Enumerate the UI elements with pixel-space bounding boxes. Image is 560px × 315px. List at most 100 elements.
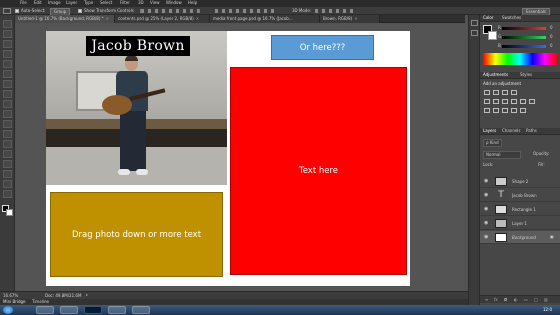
- zoom-level[interactable]: 16.67%: [3, 294, 18, 298]
- marquee-tool-button[interactable]: [3, 30, 12, 38]
- tab-timeline[interactable]: Timeline: [32, 300, 49, 304]
- trash-icon[interactable]: ▥: [544, 298, 548, 302]
- menu-item-3d[interactable]: 3D: [138, 1, 144, 5]
- green-value[interactable]: 0: [550, 35, 553, 39]
- text-here-box[interactable]: Text here: [230, 67, 407, 275]
- eye-icon[interactable]: ◉: [484, 178, 488, 184]
- word-taskbar-button[interactable]: [108, 306, 126, 314]
- blue-value[interactable]: 0: [550, 44, 553, 48]
- healing-tool-button[interactable]: [3, 80, 12, 88]
- channel-mixer-icon[interactable]: [529, 99, 535, 104]
- menu-item-window[interactable]: Window: [166, 1, 182, 5]
- fx-icon[interactable]: fx: [494, 298, 498, 302]
- distribute-buttons[interactable]: [215, 9, 275, 13]
- exposure-icon[interactable]: [511, 90, 517, 95]
- clock[interactable]: 12:0: [543, 308, 552, 312]
- close-icon[interactable]: ×: [106, 16, 109, 21]
- color-spectrum[interactable]: [483, 53, 557, 65]
- properties-icon[interactable]: [471, 30, 478, 36]
- blue-slider[interactable]: [502, 45, 546, 48]
- layer-row[interactable]: ◉ Shape 2: [480, 175, 560, 188]
- levels-icon[interactable]: [493, 90, 499, 95]
- menu-item-edit[interactable]: Edit: [34, 1, 42, 5]
- menu-item-select[interactable]: Select: [100, 1, 112, 5]
- new-layer-icon[interactable]: □: [534, 298, 538, 302]
- threshold-icon[interactable]: [502, 108, 508, 113]
- link-layers-icon[interactable]: ∞: [485, 298, 488, 302]
- close-icon[interactable]: ×: [354, 16, 357, 21]
- tab-paths[interactable]: Paths: [526, 129, 537, 133]
- tab-media-front-page[interactable]: media front page.psd @ 16.7% (Jacob...: [210, 15, 320, 23]
- drag-photo-box[interactable]: Drag photo down or more text: [50, 192, 223, 277]
- menu-item-filter[interactable]: Filter: [120, 1, 130, 5]
- shape-tool-button[interactable]: [3, 190, 12, 198]
- document-canvas[interactable]: Jacob Brown Drag photo down or more text…: [46, 31, 410, 286]
- adjustment-layer-icon[interactable]: ◐: [514, 298, 518, 302]
- eye-icon[interactable]: ◉: [484, 192, 488, 198]
- brush-tool-button[interactable]: [3, 90, 12, 98]
- eye-icon[interactable]: ◉: [484, 220, 488, 226]
- eye-icon[interactable]: ◉: [484, 206, 488, 212]
- move-tool-button[interactable]: [3, 20, 12, 28]
- layer-row[interactable]: ◉ Background ▣: [480, 231, 560, 244]
- eye-icon[interactable]: ◉: [484, 234, 488, 240]
- quick-select-tool-button[interactable]: [3, 50, 12, 58]
- green-slider[interactable]: [502, 36, 546, 39]
- 3d-mode-buttons[interactable]: [315, 9, 355, 13]
- move-tool-icon[interactable]: [3, 8, 11, 14]
- background-color-swatch[interactable]: [488, 31, 497, 40]
- history-icon[interactable]: [471, 20, 478, 26]
- invert-icon[interactable]: [484, 108, 490, 113]
- auto-select-checkbox[interactable]: [15, 9, 19, 13]
- media-taskbar-button[interactable]: [60, 306, 78, 314]
- photo-filter-icon[interactable]: [520, 99, 526, 104]
- red-slider[interactable]: [502, 27, 546, 30]
- lasso-tool-button[interactable]: [3, 40, 12, 48]
- status-arrow-icon[interactable]: ▸: [86, 293, 88, 297]
- layer-row[interactable]: ◉ T Jacob Brown: [480, 189, 560, 202]
- tab-untitled-1[interactable]: Untitled-1 @ 16.7% (Background, RGB/8) *…: [15, 15, 115, 23]
- gradient-tool-button[interactable]: [3, 130, 12, 138]
- menu-item-help[interactable]: Help: [188, 1, 197, 5]
- explorer-taskbar-button[interactable]: [36, 306, 54, 314]
- tab-mini-bridge[interactable]: Mini Bridge: [3, 300, 26, 304]
- menu-item-layer[interactable]: Layer: [66, 1, 77, 5]
- filter-kind-select[interactable]: ρ Kind: [483, 139, 502, 147]
- tab-channels[interactable]: Channels: [502, 129, 521, 133]
- clone-tool-button[interactable]: [3, 100, 12, 108]
- posterize-icon[interactable]: [493, 108, 499, 113]
- layer-row[interactable]: ◉ Rectangle 1: [480, 203, 560, 216]
- eyedropper-tool-button[interactable]: [3, 70, 12, 78]
- tab-styles[interactable]: Styles: [520, 73, 532, 77]
- tab-brown[interactable]: Brown, RGB/8) ×: [320, 15, 380, 23]
- folder-icon[interactable]: ▭: [524, 298, 528, 302]
- tab-adjustments[interactable]: Adjustments: [483, 73, 508, 77]
- name-title[interactable]: Jacob Brown: [86, 36, 190, 56]
- start-button-icon[interactable]: [3, 306, 13, 314]
- menu-item-type[interactable]: Type: [84, 1, 93, 5]
- pen-tool-button[interactable]: [3, 160, 12, 168]
- layer-row[interactable]: ◉ Layer 1: [480, 217, 560, 230]
- or-here-box[interactable]: Or here???: [271, 35, 374, 60]
- photoshop-taskbar-button[interactable]: [84, 306, 102, 314]
- dodge-tool-button[interactable]: [3, 150, 12, 158]
- close-icon[interactable]: ×: [196, 16, 199, 21]
- eraser-tool-button[interactable]: [3, 120, 12, 128]
- curves-icon[interactable]: [502, 90, 508, 95]
- mask-icon[interactable]: ◘: [504, 298, 507, 302]
- brightness-icon[interactable]: [484, 90, 490, 95]
- menu-item-view[interactable]: View: [150, 1, 160, 5]
- black-white-icon[interactable]: [511, 99, 517, 104]
- tab-layers[interactable]: Layers: [483, 129, 496, 133]
- history-brush-tool-button[interactable]: [3, 110, 12, 118]
- blend-mode-select[interactable]: Normal: [483, 151, 521, 159]
- align-buttons[interactable]: [140, 9, 200, 13]
- menu-item-file[interactable]: File: [20, 1, 27, 5]
- tab-contents[interactable]: contents.psd @ 25% (Layer 2, RGB/8) ×: [115, 15, 210, 23]
- selective-color-icon[interactable]: [520, 108, 526, 113]
- color-balance-icon[interactable]: [502, 99, 508, 104]
- gradient-map-icon[interactable]: [511, 108, 517, 113]
- tab-swatches[interactable]: Swatches: [502, 16, 521, 20]
- menu-item-image[interactable]: Image: [48, 1, 61, 5]
- background-color-swatch[interactable]: [6, 209, 13, 216]
